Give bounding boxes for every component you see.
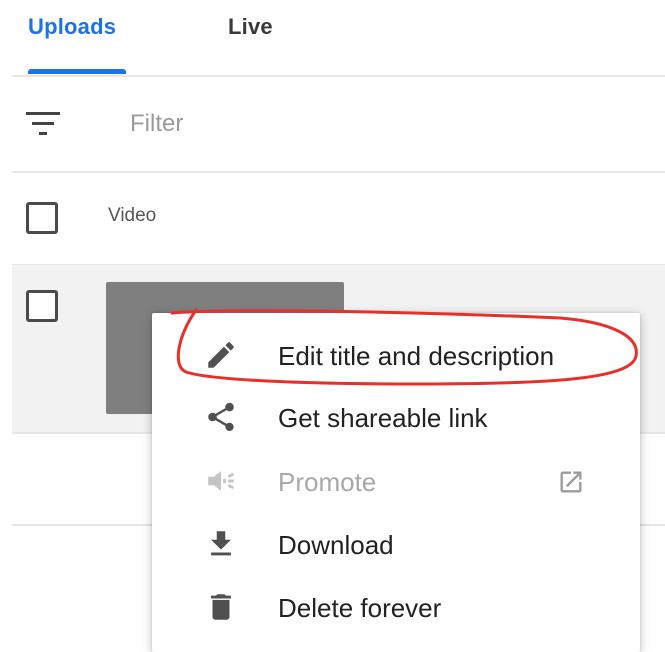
menu-item-promote: Promote: [152, 449, 640, 511]
trash-icon: [211, 594, 231, 620]
menu-item-label: Promote: [278, 467, 377, 497]
open-in-new-icon: [560, 471, 582, 493]
tab-divider: [12, 75, 665, 77]
share-icon: [208, 402, 234, 432]
menu-item-download[interactable]: Download: [152, 512, 640, 574]
row-checkbox[interactable]: [26, 290, 58, 322]
menu-item-delete-forever[interactable]: Delete forever: [152, 575, 640, 637]
filter-divider: [12, 171, 665, 173]
tab-uploads[interactable]: Uploads: [28, 14, 116, 40]
menu-item-edit-title[interactable]: Edit title and description: [152, 323, 640, 385]
context-menu: Edit title and description Get shareable…: [152, 313, 640, 652]
pencil-icon: [208, 342, 234, 368]
tab-live[interactable]: Live: [228, 14, 273, 40]
download-icon: [211, 531, 231, 556]
video-column-header: Video: [108, 205, 157, 226]
megaphone-icon: [208, 471, 235, 491]
menu-item-shareable-link[interactable]: Get shareable link: [152, 385, 640, 447]
active-tab-indicator: [28, 69, 126, 74]
menu-item-label: Download: [278, 530, 394, 560]
filter-icon[interactable]: [25, 110, 61, 138]
menu-item-label: Edit title and description: [278, 341, 555, 371]
select-all-checkbox[interactable]: [26, 202, 58, 234]
video-manager: Uploads Live Video Edit title and descri…: [0, 0, 665, 652]
menu-item-label: Delete forever: [278, 593, 442, 623]
menu-item-label: Get shareable link: [278, 403, 488, 433]
tab-bar: Uploads Live: [0, 0, 665, 76]
filter-input[interactable]: [130, 106, 530, 142]
